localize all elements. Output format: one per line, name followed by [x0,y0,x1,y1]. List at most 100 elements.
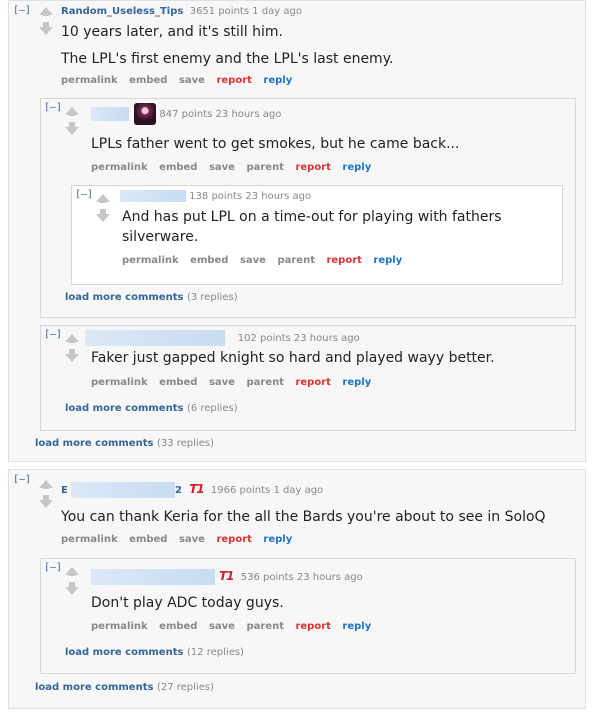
comment-buttons: permalink embed save parent report reply [122,255,410,266]
save-button[interactable]: save [179,534,205,545]
save-button[interactable]: save [240,255,266,266]
reply-count: (12 replies) [186,647,244,658]
comment-tagline: Random_Useless_Tips 3651 points 1 day ag… [61,6,302,17]
upvote-icon[interactable] [39,7,53,16]
comment-text-line: You can thank Keria for the all the Bard… [61,509,546,525]
reply-comment: [–] 847 points 23 hours ago LPLs father … [40,98,576,318]
reply-button[interactable]: reply [373,255,402,266]
reply-comment: [–] 138 points 23 hours ago And has put … [71,185,563,285]
comment-body: LPLs father went to get smokes, but he c… [91,134,459,154]
comment-tagline: 138 points 23 hours ago [120,190,311,202]
load-more-link[interactable]: load more comments [35,438,153,449]
timestamp: 23 hours ago [293,333,360,344]
parent-button[interactable]: parent [246,377,284,388]
permalink-button[interactable]: permalink [61,534,118,545]
permalink-button[interactable]: permalink [91,621,148,632]
downvote-icon[interactable] [39,495,53,508]
reply-count: (27 replies) [156,682,214,693]
permalink-button[interactable]: permalink [91,377,148,388]
author-link[interactable]: E [61,485,68,496]
upvote-icon[interactable] [96,194,110,203]
report-button[interactable]: report [216,75,251,86]
collapse-toggle[interactable]: [–] [13,5,31,16]
save-button[interactable]: save [179,75,205,86]
embed-button[interactable]: embed [159,162,197,173]
permalink-button[interactable]: permalink [61,75,118,86]
downvote-icon[interactable] [96,209,110,222]
load-more-comments[interactable]: load more comments (6 replies) [65,403,238,414]
author-link-tail: 2 [175,485,182,496]
embed-button[interactable]: embed [129,534,167,545]
comment-tagline: T1 536 points 23 hours ago [91,569,363,585]
parent-button[interactable]: parent [246,621,284,632]
collapse-toggle[interactable]: [–] [44,329,62,340]
load-more-comments[interactable]: load more comments (27 replies) [35,682,214,693]
comment-text-line: And has put LPL on a time-out for playin… [122,209,502,225]
permalink-button[interactable]: permalink [91,162,148,173]
comment-buttons: permalink embed save report reply [61,75,300,86]
comment-text-line: Don't play ADC today guys. [91,595,284,611]
comment-buttons: permalink embed save parent report reply [91,162,379,173]
downvote-icon[interactable] [65,349,79,362]
comment-buttons: permalink embed save parent report reply [91,377,379,388]
load-more-comments[interactable]: load more comments (3 replies) [65,292,238,303]
reply-button[interactable]: reply [342,162,371,173]
load-more-link[interactable]: load more comments [35,682,153,693]
permalink-button[interactable]: permalink [122,255,179,266]
team-flair-t1-icon: T1 [189,482,205,496]
team-flair-t1-icon: T1 [219,569,235,583]
report-button[interactable]: report [295,162,330,173]
collapse-toggle[interactable]: [–] [75,189,93,200]
save-button[interactable]: save [209,377,235,388]
points: 3651 points [189,6,250,17]
reply-button[interactable]: reply [263,534,292,545]
report-button[interactable]: report [295,621,330,632]
comment-text-line: silverware. [122,229,199,245]
user-flair-icon [134,103,157,125]
parent-button[interactable]: parent [277,255,315,266]
downvote-icon[interactable] [39,22,53,35]
author-link[interactable]: Random_Useless_Tips [61,6,183,17]
redacted-username [91,569,215,585]
comment-text-line: 10 years later, and it's still him. [61,24,283,40]
load-more-comments[interactable]: load more comments (33 replies) [35,438,214,449]
embed-button[interactable]: embed [159,377,197,388]
report-button[interactable]: report [326,255,361,266]
report-button[interactable]: report [216,534,251,545]
reply-comment: [–] 102 points 23 hours ago Faker just g… [40,325,576,431]
load-more-comments[interactable]: load more comments (12 replies) [65,647,244,658]
embed-button[interactable]: embed [129,75,167,86]
upvote-icon[interactable] [65,107,79,116]
reply-button[interactable]: reply [263,75,292,86]
comment-body: You can thank Keria for the all the Bard… [61,507,546,527]
upvote-icon[interactable] [65,567,79,576]
upvote-icon[interactable] [65,334,79,343]
timestamp: 23 hours ago [215,109,282,120]
save-button[interactable]: save [209,621,235,632]
load-more-link[interactable]: load more comments [65,647,183,658]
comment-tagline: 847 points 23 hours ago [91,103,281,125]
load-more-link[interactable]: load more comments [65,403,183,414]
collapse-toggle[interactable]: [–] [13,474,31,485]
reply-button[interactable]: reply [342,621,371,632]
comment-tagline: 102 points 23 hours ago [85,330,360,346]
points: 536 points [240,572,294,583]
timestamp: 23 hours ago [296,572,363,583]
parent-button[interactable]: parent [246,162,284,173]
collapse-toggle[interactable]: [–] [44,562,62,573]
reply-button[interactable]: reply [342,377,371,388]
points: 102 points [237,333,291,344]
embed-button[interactable]: embed [159,621,197,632]
comment-body: Faker just gapped knight so hard and pla… [91,348,495,368]
load-more-link[interactable]: load more comments [65,292,183,303]
points: 138 points [189,191,243,202]
embed-button[interactable]: embed [190,255,228,266]
downvote-icon[interactable] [65,122,79,135]
report-button[interactable]: report [295,377,330,388]
downvote-icon[interactable] [65,582,79,595]
comment-thread-2: [–] E 2 T1 1966 points 1 day ago You can… [8,469,586,709]
redacted-username [85,330,225,346]
collapse-toggle[interactable]: [–] [44,102,62,113]
upvote-icon[interactable] [39,480,53,489]
save-button[interactable]: save [209,162,235,173]
